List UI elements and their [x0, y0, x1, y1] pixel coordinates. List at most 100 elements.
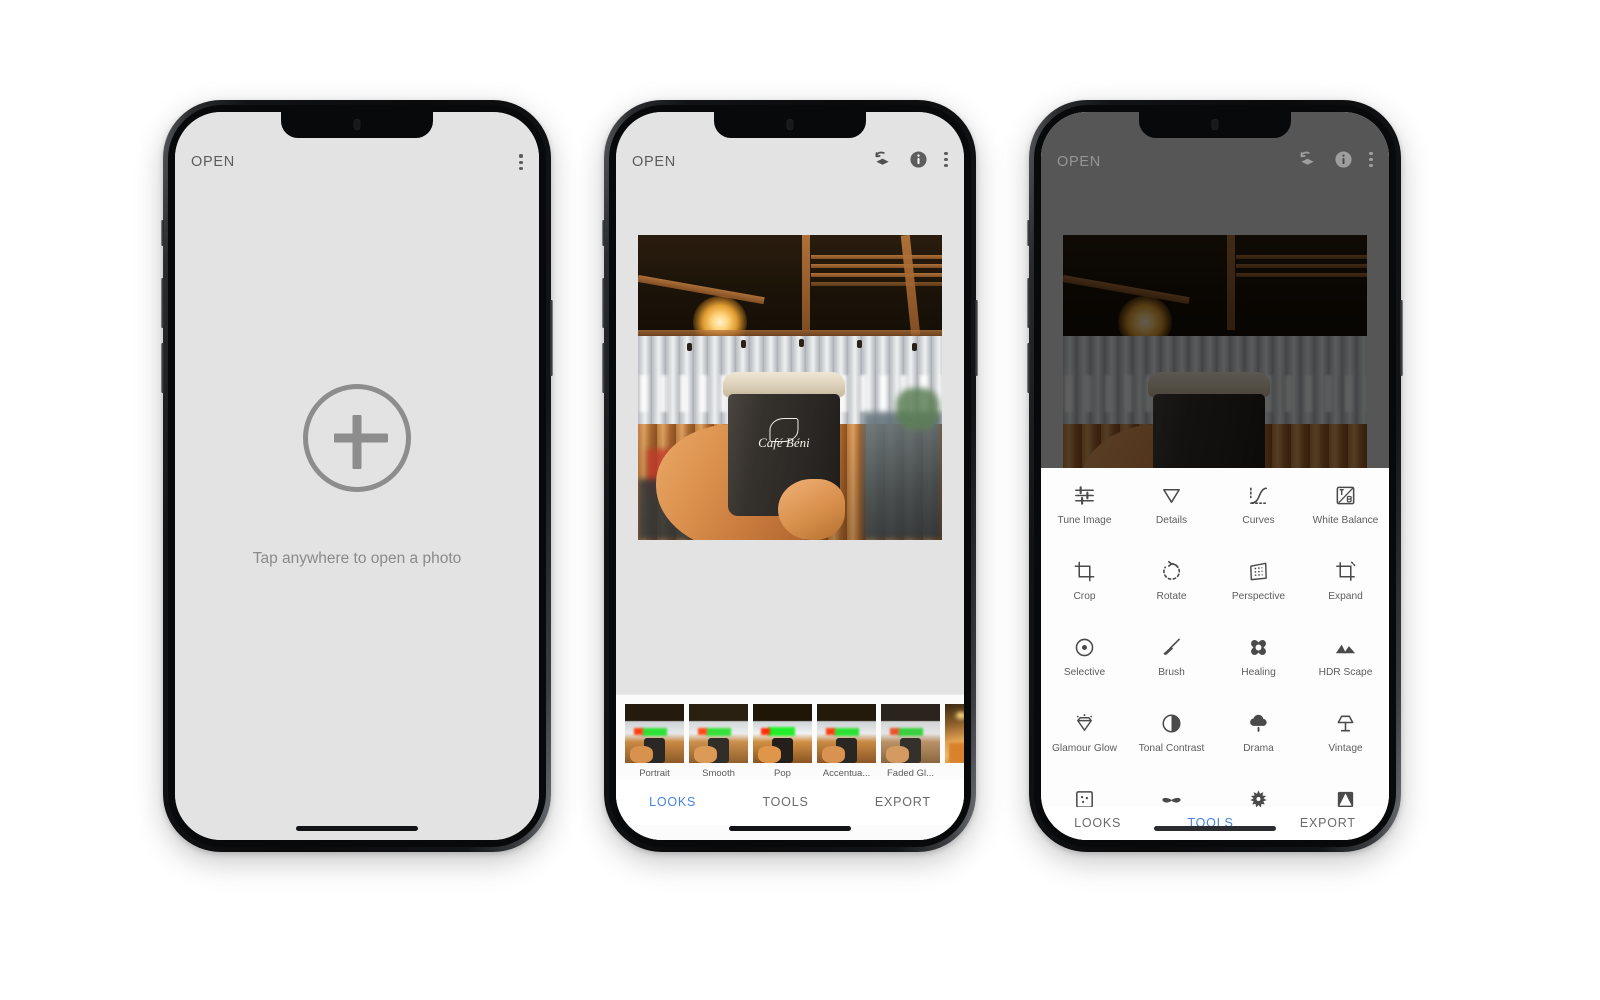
tool-label: Glamour Glow [1051, 743, 1118, 754]
tools-panel: Tune Image Details Curves White Balance … [1041, 468, 1389, 840]
tool-healing[interactable]: Healing [1215, 628, 1302, 704]
tool-label: Tonal Contrast [1138, 743, 1205, 754]
tool-curves[interactable]: Curves [1215, 476, 1302, 552]
storm-cloud-icon [1250, 714, 1267, 732]
volume-down-button[interactable] [161, 343, 164, 393]
look-item[interactable]: Faded Gl... [881, 704, 940, 779]
tool-label: Drama [1243, 743, 1274, 754]
phone-3-screen: OPEN Tune Image Details Curves White Bal… [1041, 112, 1389, 840]
tool-brush[interactable]: Brush [1128, 628, 1215, 704]
tool-retrolux[interactable]: Retrolux [1128, 780, 1215, 807]
open-button[interactable]: OPEN [1057, 154, 1101, 170]
tool-label: Healing [1241, 667, 1276, 678]
tool-hdr-scape[interactable]: HDR Scape [1302, 628, 1389, 704]
home-indicator[interactable] [1154, 826, 1276, 831]
power-button[interactable] [550, 300, 553, 376]
notch [281, 112, 433, 138]
curve-icon [1250, 487, 1267, 504]
three-dots-icon[interactable] [1369, 151, 1373, 168]
silent-switch-button[interactable] [161, 220, 164, 246]
rotate-icon [1163, 560, 1181, 580]
tool-grainy-film[interactable]: Grainy Film [1041, 780, 1128, 807]
grunge-splat-icon [1250, 790, 1267, 807]
phone-2-bottom-nav: LOOKS TOOLS EXPORT [616, 779, 964, 825]
phone-1-screen: Tap anywhere to open a photo OPEN [175, 112, 539, 840]
three-dots-icon[interactable] [944, 151, 948, 168]
tool-white-balance[interactable]: White Balance [1302, 476, 1389, 552]
lamp-icon [1337, 715, 1354, 732]
tab-export[interactable]: EXPORT [875, 795, 931, 809]
empty-photo-dropzone[interactable]: Tap anywhere to open a photo [175, 112, 539, 840]
look-thumbnail[interactable] [625, 704, 684, 763]
tool-rotate[interactable]: Rotate [1128, 552, 1215, 628]
tool-tonal-contrast[interactable]: Tonal Contrast [1128, 704, 1215, 780]
silent-switch-button[interactable] [602, 220, 605, 246]
tool-details[interactable]: Details [1128, 476, 1215, 552]
open-button[interactable]: OPEN [632, 154, 676, 170]
look-thumbnail[interactable] [945, 704, 964, 763]
volume-up-button[interactable] [1027, 278, 1030, 328]
white-balance-icon [1336, 486, 1355, 505]
tab-tools[interactable]: TOOLS [762, 795, 808, 809]
phone-1-empty-state: Tap anywhere to open a photo OPEN [161, 100, 553, 852]
edited-photo[interactable]: Eŋ café [638, 235, 942, 540]
tool-crop[interactable]: Crop [1041, 552, 1128, 628]
look-item[interactable]: Smooth [689, 704, 748, 779]
look-thumbnail[interactable] [817, 704, 876, 763]
earpiece-speaker-icon [786, 119, 794, 130]
tool-label: Expand [1328, 591, 1363, 602]
grain-square-icon [1076, 791, 1093, 807]
tool-black-and-white[interactable]: Black & White [1302, 780, 1389, 807]
home-indicator[interactable] [296, 826, 418, 831]
phone-3-tools-screen: OPEN Tune Image Details Curves White Bal… [1027, 100, 1403, 852]
selective-target-icon [1075, 638, 1094, 657]
undo-layers-icon[interactable] [872, 149, 893, 170]
volume-up-button[interactable] [602, 278, 605, 328]
expand-icon [1336, 561, 1356, 581]
power-button[interactable] [975, 300, 978, 376]
photo-content: Eŋ café [638, 235, 942, 540]
tool-label: Brush [1158, 667, 1185, 678]
home-indicator[interactable] [729, 826, 851, 831]
look-thumbnail[interactable] [881, 704, 940, 763]
tool-label: Perspective [1231, 591, 1286, 602]
silent-switch-button[interactable] [1027, 220, 1030, 246]
looks-panel: Portrait Smooth Pop Accentua... Faded Gl… [616, 694, 964, 840]
tool-drama[interactable]: Drama [1215, 704, 1302, 780]
perspective-icon [1250, 562, 1267, 581]
look-item[interactable]: Accentua... [817, 704, 876, 779]
tools-grid[interactable]: Tune Image Details Curves White Balance … [1041, 468, 1389, 807]
cup-lid [723, 372, 845, 397]
look-thumbnail[interactable] [753, 704, 812, 763]
undo-layers-icon[interactable] [1297, 149, 1318, 170]
power-button[interactable] [1400, 300, 1403, 376]
open-button[interactable]: OPEN [191, 154, 235, 170]
look-item[interactable]: Mor [945, 704, 964, 779]
info-circle-icon[interactable] [908, 149, 929, 170]
look-label: Smooth [702, 768, 735, 779]
tool-expand[interactable]: Expand [1302, 552, 1389, 628]
volume-down-button[interactable] [1027, 343, 1030, 393]
tab-looks[interactable]: LOOKS [1074, 816, 1121, 830]
tool-label: White Balance [1312, 515, 1379, 526]
look-thumbnail[interactable] [689, 704, 748, 763]
tool-label: Rotate [1156, 591, 1187, 602]
look-item[interactable]: Pop [753, 704, 812, 779]
tool-grunge[interactable]: Grunge [1215, 780, 1302, 807]
volume-up-button[interactable] [161, 278, 164, 328]
three-dots-icon[interactable] [519, 154, 523, 170]
plus-circle-icon[interactable] [303, 384, 411, 492]
tool-glamour-glow[interactable]: Glamour Glow [1041, 704, 1128, 780]
tool-tune-image[interactable]: Tune Image [1041, 476, 1128, 552]
tool-vintage[interactable]: Vintage [1302, 704, 1389, 780]
look-label: Mor [945, 768, 964, 779]
tool-perspective[interactable]: Perspective [1215, 552, 1302, 628]
looks-filmstrip[interactable]: Portrait Smooth Pop Accentua... Faded Gl… [616, 695, 964, 779]
tab-looks[interactable]: LOOKS [649, 795, 696, 809]
tab-export[interactable]: EXPORT [1300, 816, 1356, 830]
look-item[interactable]: Portrait [625, 704, 684, 779]
volume-down-button[interactable] [602, 343, 605, 393]
info-circle-icon[interactable] [1333, 149, 1354, 170]
tool-selective[interactable]: Selective [1041, 628, 1128, 704]
phone-2-looks-screen: Eŋ café [602, 100, 978, 852]
